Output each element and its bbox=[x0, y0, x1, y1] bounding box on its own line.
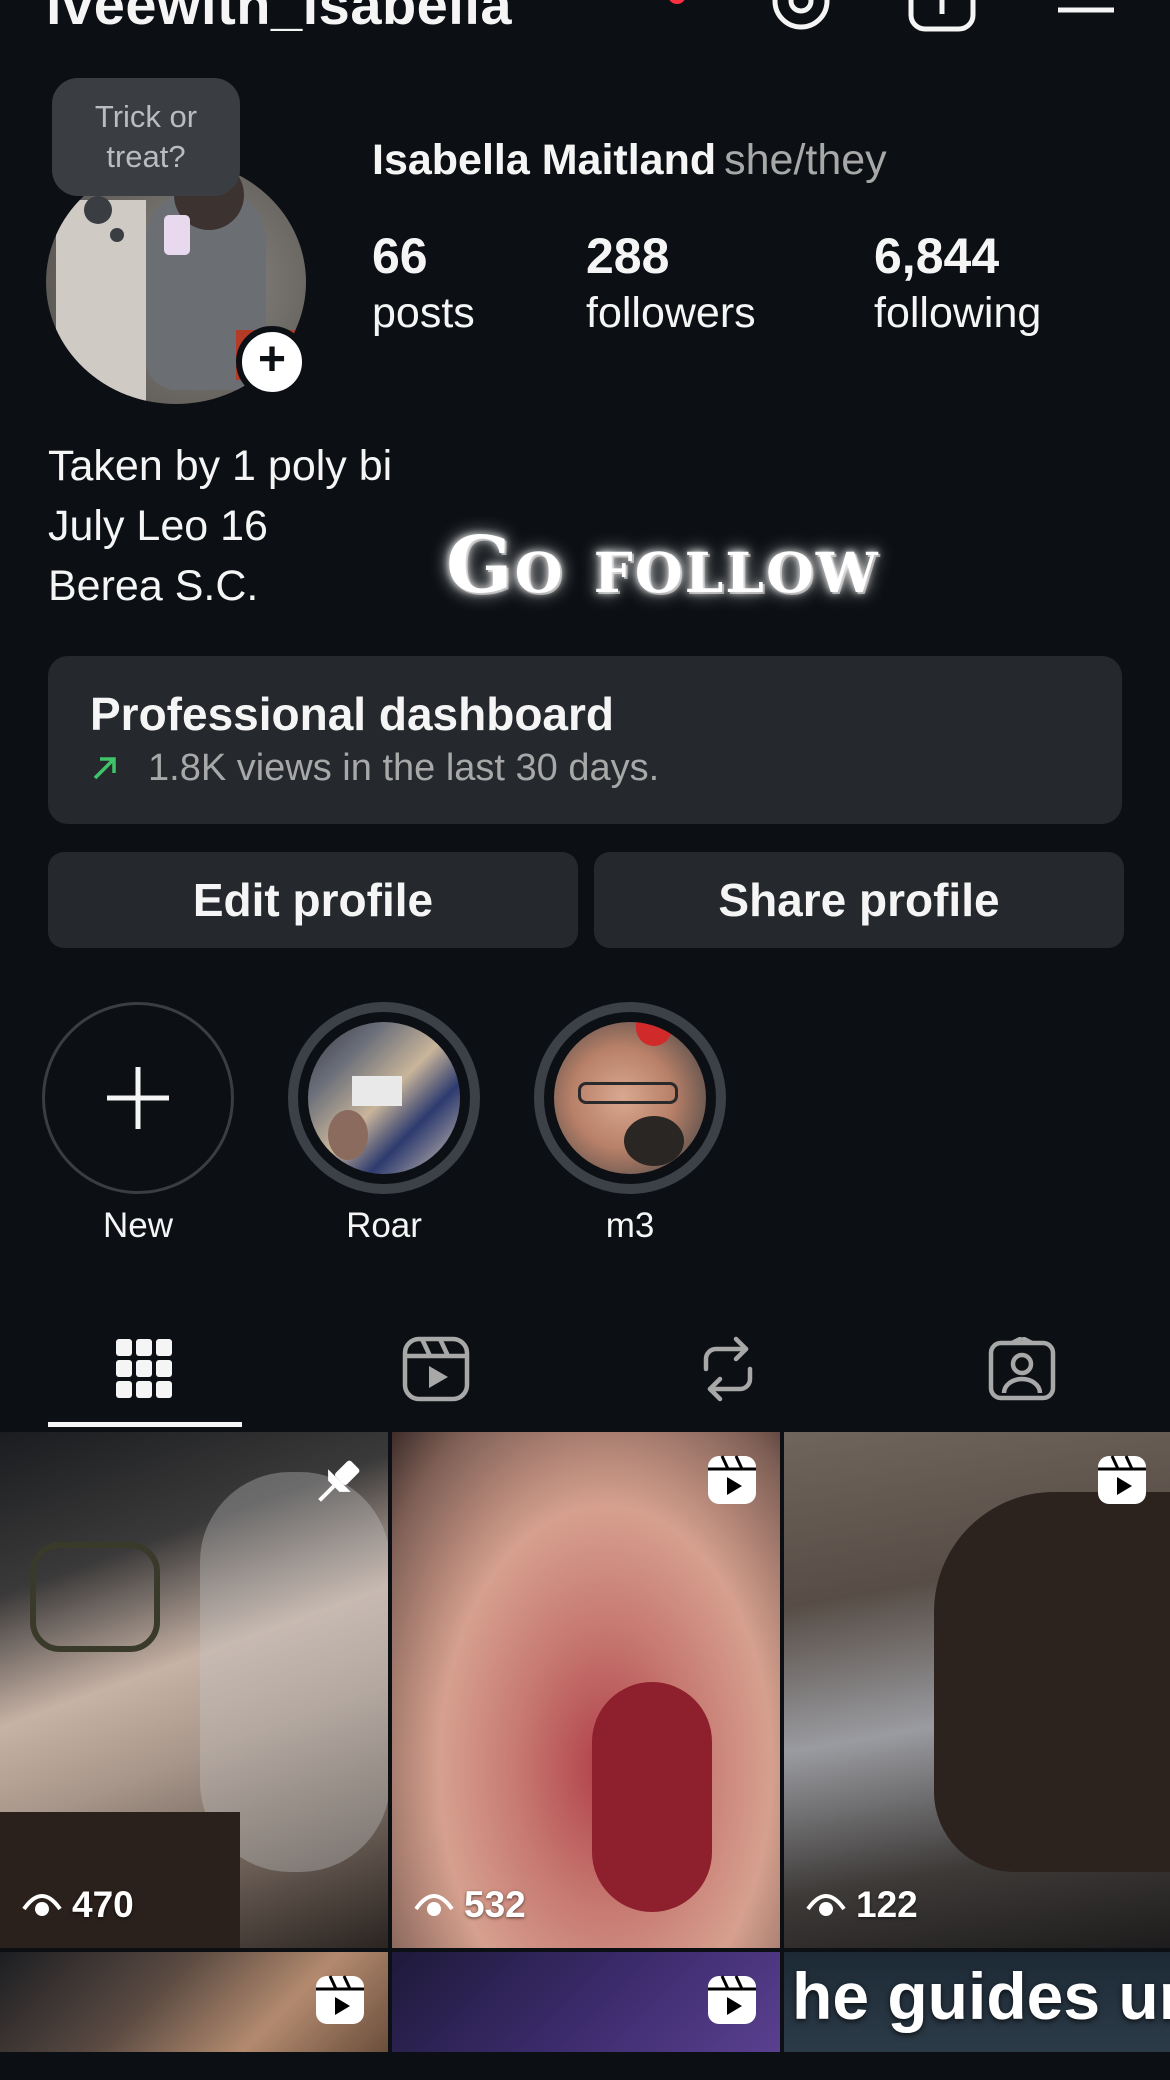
note-bubble-tail-small bbox=[110, 228, 124, 242]
dashboard-subtitle: 1.8K views in the last 30 days. bbox=[90, 742, 1080, 794]
view-count: 532 bbox=[414, 1884, 526, 1926]
name-row: Isabella Maitland she/they bbox=[372, 136, 887, 185]
eye-icon bbox=[22, 1894, 62, 1916]
full-name: Isabella Maitland bbox=[372, 136, 717, 184]
highlight-ring bbox=[534, 1002, 726, 1194]
stat-label: posts bbox=[372, 289, 475, 337]
post-thumbnail[interactable]: 122 bbox=[784, 1432, 1170, 1948]
stat-value: 6,844 bbox=[874, 228, 1000, 284]
go-follow-banner: Go follow bbox=[446, 520, 880, 611]
top-bar: iveewith_isabella bbox=[0, 0, 1170, 40]
create-post-icon[interactable] bbox=[908, 0, 976, 32]
mouth-shape bbox=[592, 1682, 712, 1912]
post-thumbnail[interactable] bbox=[392, 1952, 780, 2052]
profile-username[interactable]: iveewith_isabella bbox=[46, 0, 512, 37]
highlight-label: New bbox=[102, 1206, 174, 1245]
note-bubble-tail bbox=[84, 196, 112, 224]
bio-line: Berea S.C. bbox=[48, 562, 259, 610]
hair-shape bbox=[934, 1492, 1170, 1872]
plus-icon bbox=[107, 1067, 169, 1129]
trend-up-icon bbox=[93, 757, 116, 780]
professional-dashboard[interactable]: Professional dashboard 1.8K views in the… bbox=[48, 656, 1122, 824]
pronouns: she/they bbox=[724, 136, 887, 184]
post-thumbnail[interactable]: 470 bbox=[0, 1432, 388, 1948]
stat-value: 66 bbox=[372, 228, 428, 284]
eye-icon bbox=[414, 1894, 454, 1916]
reel-icon bbox=[1098, 1455, 1146, 1504]
active-tab-indicator bbox=[48, 1422, 242, 1427]
highlight-m3[interactable]: m3 bbox=[534, 1002, 726, 1246]
glasses-shape bbox=[30, 1542, 160, 1652]
stat-label: followers bbox=[586, 289, 756, 337]
highlight-cover bbox=[554, 1022, 706, 1174]
profile-note[interactable]: Trick or treat? bbox=[52, 78, 240, 196]
stat-following[interactable]: 6,844 following bbox=[874, 226, 1041, 340]
share-profile-button[interactable]: Share profile bbox=[594, 852, 1124, 948]
dashboard-title: Professional dashboard bbox=[90, 688, 615, 740]
highlight-ring bbox=[42, 1002, 234, 1194]
tab-tagged[interactable] bbox=[926, 1310, 1118, 1428]
view-count-value: 122 bbox=[856, 1884, 918, 1925]
highlight-label: Roar bbox=[346, 1206, 422, 1245]
bio-line: July Leo 16 bbox=[48, 502, 268, 550]
stat-followers[interactable]: 288 followers bbox=[586, 226, 756, 340]
reel-icon bbox=[708, 1455, 756, 1504]
notification-dot bbox=[668, 0, 686, 4]
eye-icon bbox=[806, 1894, 846, 1916]
highlight-cover bbox=[308, 1022, 460, 1174]
profile-tabs bbox=[0, 1310, 1170, 1430]
view-count: 122 bbox=[806, 1884, 918, 1926]
dashboard-views-text: 1.8K views in the last 30 days. bbox=[148, 747, 660, 789]
post-thumbnail[interactable] bbox=[0, 1952, 388, 2052]
bio: Taken by 1 poly bi July Leo 16 Berea S.C… bbox=[48, 436, 392, 616]
highlight-new[interactable]: New bbox=[42, 1002, 234, 1246]
tab-reels[interactable] bbox=[340, 1310, 532, 1428]
post-thumbnail[interactable]: 532 bbox=[392, 1432, 780, 1948]
plus-icon: + bbox=[257, 333, 287, 386]
bio-line: Taken by 1 poly bi bbox=[48, 442, 393, 490]
highlight-roar[interactable]: Roar bbox=[288, 1002, 480, 1246]
bottom-edge bbox=[0, 2052, 1170, 2080]
add-story-button[interactable]: + bbox=[236, 326, 308, 398]
tab-posts-grid[interactable] bbox=[48, 1310, 240, 1428]
view-count-value: 532 bbox=[464, 1884, 526, 1925]
menu-icon[interactable] bbox=[1054, 0, 1118, 32]
threads-icon[interactable] bbox=[770, 0, 832, 32]
view-count: 470 bbox=[22, 1884, 134, 1926]
post-thumbnail[interactable]: he guides ur bbox=[784, 1952, 1170, 2052]
highlight-label: m3 bbox=[605, 1206, 655, 1245]
highlight-ring bbox=[288, 1002, 480, 1194]
grid-icon bbox=[116, 1339, 172, 1398]
reels-icon bbox=[402, 1336, 470, 1402]
view-count-value: 470 bbox=[72, 1884, 134, 1925]
tagged-icon bbox=[988, 1337, 1056, 1401]
tab-reposts[interactable] bbox=[632, 1310, 824, 1428]
reposts-icon bbox=[703, 1336, 753, 1402]
post-caption-text: he guides ur bbox=[792, 1959, 1170, 2033]
reel-icon bbox=[708, 1975, 756, 2024]
posts-grid: 470 532 122 he guides ur bbox=[0, 1432, 1170, 2052]
pin-icon bbox=[318, 1460, 360, 1502]
stat-posts[interactable]: 66 posts bbox=[372, 226, 475, 340]
stat-label: following bbox=[874, 289, 1042, 337]
reel-icon bbox=[316, 1975, 364, 2024]
edit-profile-button[interactable]: Edit profile bbox=[48, 852, 578, 948]
bricks-shape bbox=[0, 1812, 240, 1948]
stat-value: 288 bbox=[586, 228, 670, 284]
